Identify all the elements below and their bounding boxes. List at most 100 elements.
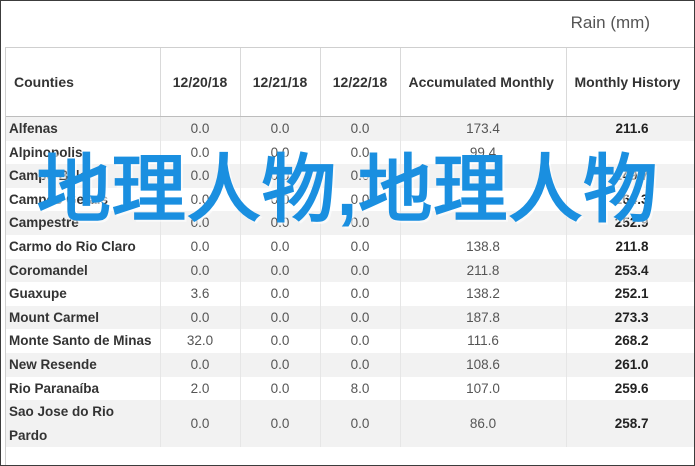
county-cell: Campos Gerais	[6, 187, 161, 212]
rain-day1-cell: 3.6	[160, 282, 241, 306]
rain-day1-cell: 0.0	[160, 352, 241, 377]
header-counties[interactable]: Counties	[6, 48, 161, 117]
accumulated-cell: 86.0	[400, 400, 567, 448]
table-row: Carmo do Rio Claro 0.0 0.0 0.0 138.8 211.8	[6, 234, 694, 259]
county-cell: Sao Jose do Rio Pardo	[6, 400, 161, 448]
county-cell: Monte Santo de Minas	[6, 329, 161, 353]
history-cell: 264.3	[566, 187, 694, 212]
table-row: Campestre 0.0 0.0 0.0 252.9	[6, 211, 694, 235]
table-row: New Resende 0.0 0.0 0.0 108.6 261.0	[6, 352, 694, 377]
header-date-3[interactable]: 12/22/18	[320, 48, 401, 117]
rain-day1-cell: 2.0	[160, 376, 241, 401]
history-cell: 253.4	[566, 258, 694, 283]
rain-day3-cell: 0.0	[320, 211, 401, 235]
accumulated-cell: 99.4	[400, 140, 567, 165]
table-row: Sao Jose do Rio Pardo 0.0 0.0 0.0 86.0 258.7	[6, 400, 694, 448]
rain-day3-cell: 0.0	[320, 187, 401, 212]
rain-day2-cell: 0.0	[240, 116, 321, 141]
history-cell: 252.9	[566, 211, 694, 235]
accumulated-cell: 111.6	[400, 329, 567, 353]
rain-day3-cell: 0.0	[320, 258, 401, 283]
rain-day1-cell: 0.0	[160, 140, 241, 165]
history-cell: 249.7	[566, 164, 694, 188]
rain-day2-cell: 0.0	[240, 234, 321, 259]
county-cell: Mount Carmel	[6, 305, 161, 330]
table-row: Alpinopolis 0.0 0.0 0.0 99.4	[6, 140, 694, 165]
accumulated-cell: 138.2	[400, 282, 567, 306]
history-cell: 211.6	[566, 116, 694, 141]
table-row: Monte Santo de Minas 32.0 0.0 0.0 111.6 268.2	[6, 329, 694, 353]
rain-day2-cell: 0.0	[240, 282, 321, 306]
history-cell: 268.2	[566, 329, 694, 353]
rain-day2-cell: 0.0	[240, 305, 321, 330]
rain-day2-cell: 0.0	[240, 140, 321, 165]
accumulated-cell: 138.8	[400, 234, 567, 259]
county-cell: Rio Paranaíba	[6, 376, 161, 401]
accumulated-cell: 173.4	[400, 116, 567, 141]
table-row: Guaxupe 3.6 0.0 0.0 138.2 252.1	[6, 282, 694, 306]
table-row: Mount Carmel 0.0 0.0 0.0 187.8 273.3	[6, 305, 694, 330]
header-date-1[interactable]: 12/20/18	[160, 48, 241, 117]
history-cell: 211.8	[566, 234, 694, 259]
accumulated-cell	[400, 211, 567, 235]
rainfall-table: Counties 12/20/18 12/21/18 12/22/18 Accu…	[6, 48, 694, 448]
rain-day2-cell: 0.0	[240, 258, 321, 283]
rain-day3-cell: 0.0	[320, 164, 401, 188]
county-cell: New Resende	[6, 352, 161, 377]
county-cell: Guaxupe	[6, 282, 161, 306]
header-date-2[interactable]: 12/21/18	[240, 48, 321, 117]
rain-day1-cell: 0.0	[160, 187, 241, 212]
accumulated-cell	[400, 187, 567, 212]
rainfall-table-container[interactable]: Counties 12/20/18 12/21/18 12/22/18 Accu…	[5, 47, 694, 465]
rain-day2-cell: 0.0	[240, 187, 321, 212]
rain-day1-cell: 0.0	[160, 400, 241, 448]
header-accumulated-monthly[interactable]: Accumulated Monthly	[400, 48, 567, 117]
table-row: Coromandel 0.0 0.0 0.0 211.8 253.4	[6, 258, 694, 283]
rain-day3-cell: 0.0	[320, 234, 401, 259]
accumulated-cell	[400, 164, 567, 188]
rain-day1-cell: 0.0	[160, 258, 241, 283]
county-cell: Carmo do Rio Claro	[6, 234, 161, 259]
rain-day3-cell: 0.0	[320, 329, 401, 353]
accumulated-cell: 187.8	[400, 305, 567, 330]
rainfall-panel: Rain (mm) Counties 12/20/18 12/21/18 12/…	[0, 0, 695, 466]
table-row: Campo Belo 0.0 0.0 0.0 249.7	[6, 164, 694, 188]
rain-day2-cell: 0.0	[240, 329, 321, 353]
header-monthly-history[interactable]: Monthly History	[566, 48, 694, 117]
rain-day1-cell: 0.0	[160, 305, 241, 330]
history-cell	[566, 140, 694, 165]
county-cell: Alpinopolis	[6, 140, 161, 165]
rain-day3-cell: 0.0	[320, 352, 401, 377]
units-caption: Rain (mm)	[570, 13, 650, 32]
table-row: Alfenas 0.0 0.0 0.0 173.4 211.6	[6, 116, 694, 141]
history-cell: 259.6	[566, 376, 694, 401]
rain-day3-cell: 8.0	[320, 376, 401, 401]
table-row: Campos Gerais 0.0 0.0 0.0 264.3	[6, 187, 694, 212]
rain-day1-cell: 0.0	[160, 211, 241, 235]
rain-day1-cell: 0.0	[160, 234, 241, 259]
rain-day2-cell: 0.0	[240, 376, 321, 401]
table-row: Rio Paranaíba 2.0 0.0 8.0 107.0 259.6	[6, 376, 694, 401]
history-cell: 258.7	[566, 400, 694, 448]
rain-day3-cell: 0.0	[320, 400, 401, 448]
rain-day1-cell: 0.0	[160, 164, 241, 188]
accumulated-cell: 107.0	[400, 376, 567, 401]
rain-day3-cell: 0.0	[320, 140, 401, 165]
history-cell: 261.0	[566, 352, 694, 377]
accumulated-cell: 108.6	[400, 352, 567, 377]
rain-day2-cell: 0.0	[240, 211, 321, 235]
history-cell: 252.1	[566, 282, 694, 306]
county-cell: Campo Belo	[6, 164, 161, 188]
rain-day1-cell: 0.0	[160, 116, 241, 141]
county-cell: Alfenas	[6, 116, 161, 141]
header-row: Counties 12/20/18 12/21/18 12/22/18 Accu…	[6, 48, 694, 117]
rain-day1-cell: 32.0	[160, 329, 241, 353]
county-cell: Campestre	[6, 211, 161, 235]
county-cell: Coromandel	[6, 258, 161, 283]
accumulated-cell: 211.8	[400, 258, 567, 283]
history-cell: 273.3	[566, 305, 694, 330]
rain-day3-cell: 0.0	[320, 305, 401, 330]
rain-day2-cell: 0.0	[240, 352, 321, 377]
rain-day3-cell: 0.0	[320, 282, 401, 306]
rain-day2-cell: 0.0	[240, 164, 321, 188]
